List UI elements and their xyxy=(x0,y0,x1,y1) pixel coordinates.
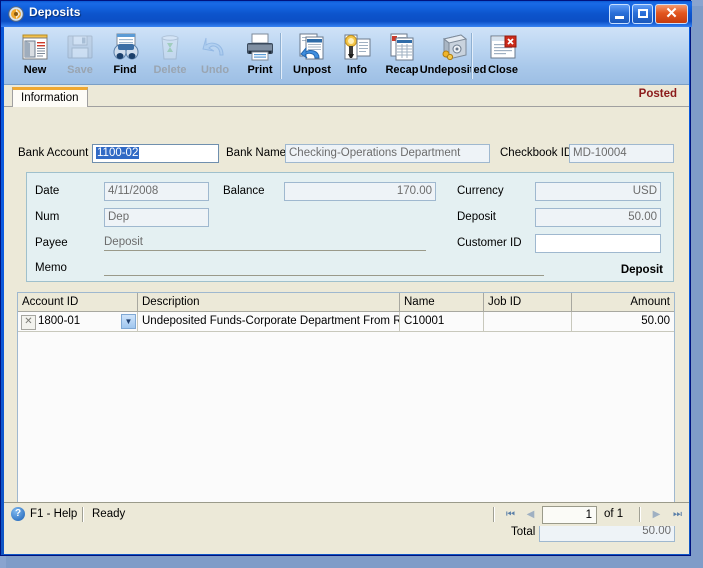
tab-information[interactable]: Information xyxy=(12,87,88,107)
undo-arrow-icon xyxy=(199,31,231,63)
tab-strip: Information Posted xyxy=(4,85,689,107)
grid-cell-account-id[interactable]: 1800-01 ✕ ▼ xyxy=(18,312,138,331)
minimize-button[interactable] xyxy=(609,4,630,24)
deposit-amount-input[interactable]: 50.00 xyxy=(535,208,661,227)
screenshot-root: Deposits ✕ New Save Find Delete Undo Pri… xyxy=(0,0,703,568)
toolbar-label-close: Close xyxy=(488,64,518,76)
nav-last-button[interactable]: ⏭ xyxy=(669,507,686,523)
grid-header-description[interactable]: Description xyxy=(138,293,400,311)
date-input[interactable]: 4/11/2008 xyxy=(104,182,209,201)
memo-input[interactable] xyxy=(104,260,544,276)
label-currency: Currency xyxy=(457,185,504,197)
maximize-button[interactable] xyxy=(632,4,653,24)
chevron-down-icon[interactable]: ▼ xyxy=(121,314,136,329)
window-shadow-right xyxy=(691,6,703,568)
toolbar-label-print: Print xyxy=(247,64,273,76)
close-icon: ✕ xyxy=(665,5,678,22)
info-lamp-icon xyxy=(341,31,373,63)
grid-cell-name[interactable]: C10001 xyxy=(400,312,484,331)
floppy-disk-icon xyxy=(64,31,96,63)
title-bar[interactable]: Deposits ✕ xyxy=(1,1,692,27)
deposits-window: Deposits ✕ New Save Find Delete Undo Pri… xyxy=(0,0,692,556)
page-count-label: of 1 xyxy=(604,508,624,520)
recycle-bin-icon xyxy=(154,31,186,63)
binoculars-icon xyxy=(109,31,141,63)
grid-header-row: Account ID Description Name Job ID Amoun… xyxy=(18,293,674,312)
help-icon[interactable]: ? xyxy=(11,507,25,521)
toolbar-separator-2 xyxy=(471,33,473,79)
nav-first-button[interactable]: ⏮ xyxy=(502,507,519,523)
label-customer-id: Customer ID xyxy=(457,237,522,249)
bank-account-value: 1100-02 xyxy=(96,147,140,159)
minimize-icon xyxy=(615,16,624,19)
nav-prev-button[interactable]: ◀ xyxy=(522,507,539,523)
total-label: Total xyxy=(511,526,536,538)
client-area: New Save Find Delete Undo Print Unpost I… xyxy=(4,27,689,554)
toolbar-button-close[interactable]: Close xyxy=(476,29,530,83)
label-bank-account: Bank Account xyxy=(18,147,89,159)
toolbar-button-print[interactable]: Print xyxy=(233,29,287,83)
status-divider-1 xyxy=(82,507,84,522)
unpost-icon xyxy=(296,31,328,63)
label-payee: Payee xyxy=(35,237,68,249)
window-controls: ✕ xyxy=(609,4,688,24)
status-bar: ? F1 - Help Ready ⏮ ◀ 1 of 1 ▶ ⏭ xyxy=(4,502,689,526)
close-button[interactable]: ✕ xyxy=(655,4,688,24)
grid-cell-amount[interactable]: 50.00 xyxy=(572,312,674,331)
grid-header-account-id[interactable]: Account ID xyxy=(18,293,138,311)
checkbook-id-input[interactable]: MD-10004 xyxy=(569,144,674,163)
grid-header-job-id[interactable]: Job ID xyxy=(484,293,572,311)
remove-row-icon[interactable]: ✕ xyxy=(21,315,36,330)
grid-cell-job-id[interactable] xyxy=(484,312,572,331)
label-deposit-amount: Deposit xyxy=(457,211,496,223)
maximize-icon xyxy=(638,9,648,18)
balance-input[interactable]: 170.00 xyxy=(284,182,436,201)
currency-input[interactable]: USD xyxy=(535,182,661,201)
status-badge-posted: Posted xyxy=(638,88,677,100)
deposit-details-group: Date 4/11/2008 Balance 170.00 Currency U… xyxy=(26,172,674,282)
bank-name-input[interactable]: Checking-Operations Department xyxy=(285,144,490,163)
label-date: Date xyxy=(35,185,60,197)
window-title: Deposits xyxy=(29,5,81,19)
label-checkbook-id: Checkbook ID xyxy=(500,147,573,159)
status-divider-2 xyxy=(493,507,495,522)
status-divider-3 xyxy=(639,507,641,522)
table-row[interactable]: 1800-01 ✕ ▼ Undeposited Funds-Corporate … xyxy=(18,312,674,332)
transaction-type-label: Deposit xyxy=(620,264,663,276)
page-number-input[interactable]: 1 xyxy=(542,506,597,524)
grid-header-amount[interactable]: Amount xyxy=(572,293,674,311)
recap-report-icon xyxy=(386,31,418,63)
printer-icon xyxy=(244,31,276,63)
label-num: Num xyxy=(35,211,60,223)
safe-vault-icon xyxy=(437,31,469,63)
information-panel: Bank Account 1100-02 Bank Name Checking-… xyxy=(4,107,689,542)
num-input[interactable]: Dep xyxy=(104,208,209,227)
grid-header-name[interactable]: Name xyxy=(400,293,484,311)
status-state-text: Ready xyxy=(92,508,126,520)
toolbar-separator-1 xyxy=(280,33,282,79)
app-icon xyxy=(8,6,24,22)
bank-account-input[interactable]: 1100-02 xyxy=(92,144,219,163)
label-memo: Memo xyxy=(35,262,67,274)
customer-id-input[interactable] xyxy=(535,234,661,253)
distributions-grid: Account ID Description Name Job ID Amoun… xyxy=(17,292,675,515)
grid-cell-account-id-text: 1800-01 xyxy=(38,315,81,327)
label-balance: Balance xyxy=(223,185,265,197)
close-window-icon xyxy=(487,31,519,63)
label-bank-name: Bank Name xyxy=(226,147,287,159)
grid-cell-description[interactable]: Undeposited Funds-Corporate Department F… xyxy=(138,312,400,331)
status-help-text[interactable]: F1 - Help xyxy=(30,508,77,520)
new-document-icon xyxy=(19,31,51,63)
nav-next-button[interactable]: ▶ xyxy=(648,507,665,523)
window-shadow-bottom xyxy=(6,556,703,568)
toolbar: New Save Find Delete Undo Print Unpost I… xyxy=(4,27,689,85)
payee-input[interactable]: Deposit xyxy=(104,235,426,251)
